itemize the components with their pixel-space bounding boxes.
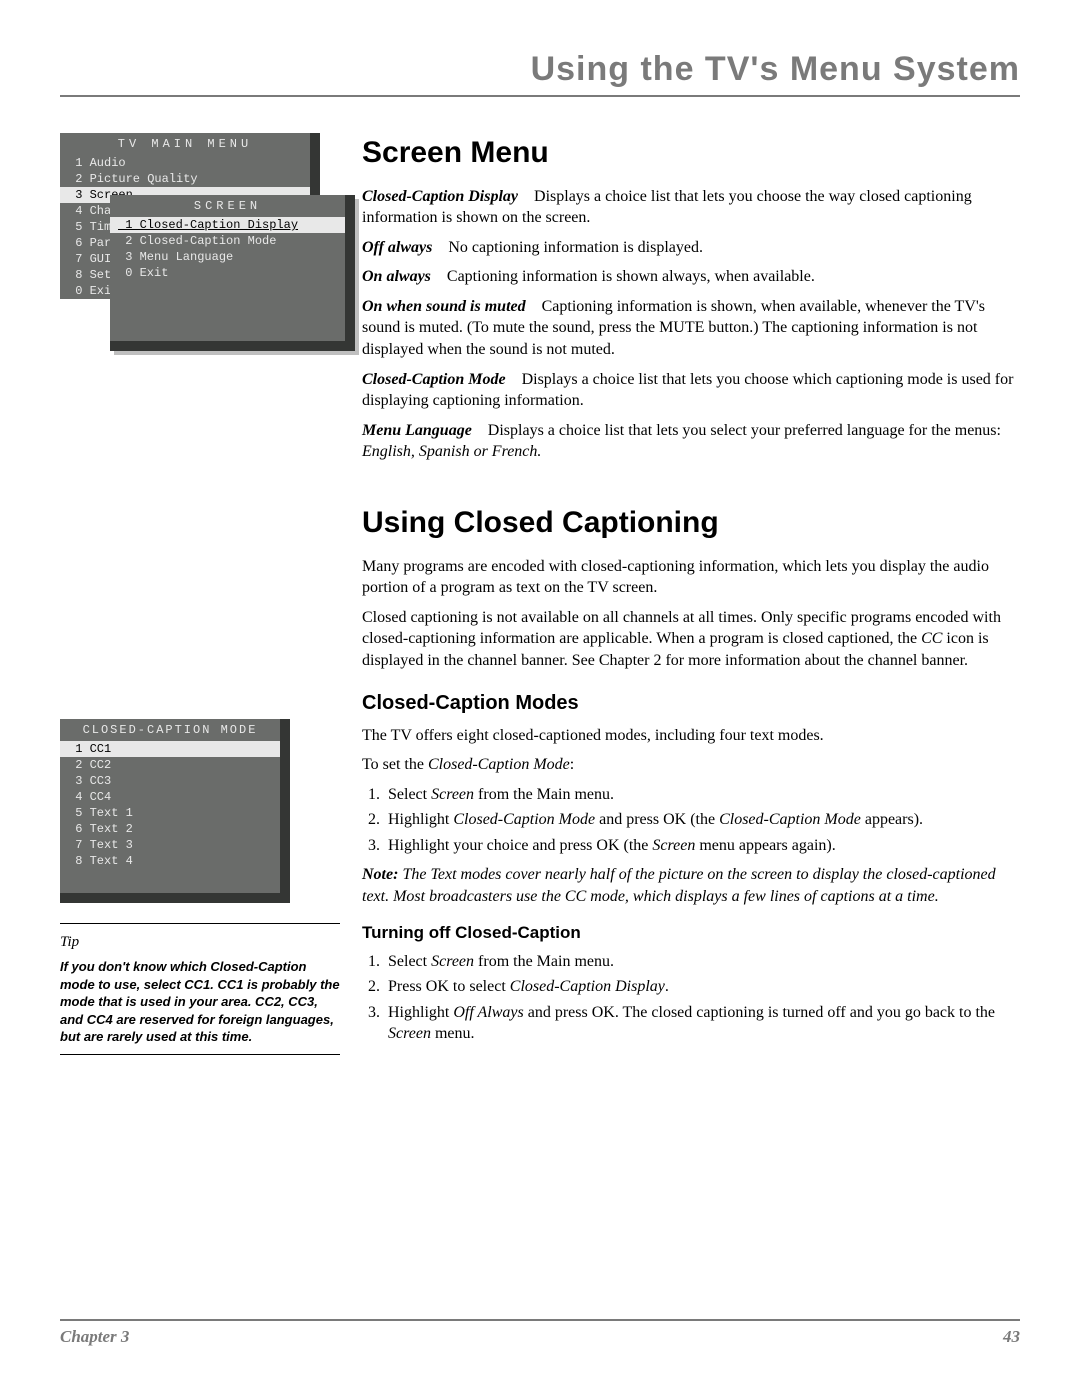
cc-mode-item: 4 CC4 (60, 789, 280, 805)
ml-text: Displays a choice list that lets you sel… (488, 422, 1001, 439)
main-menu-item: 1 Audio (60, 155, 310, 171)
s3l1c: from the Main menu. (474, 786, 614, 803)
s3l3c: menu appears again). (695, 837, 835, 854)
off-step-3: Highlight Off Always and press OK. The c… (384, 1002, 1020, 1045)
screen-submenu-title: SCREEN (110, 195, 345, 217)
opt2-desc: Captioning information is shown always, … (447, 268, 815, 285)
s3l1a: Select (388, 786, 431, 803)
opt-on-muted: On when sound is muted Captioning inform… (362, 296, 1020, 361)
cc-modes-heading: Closed-Caption Modes (362, 690, 1020, 717)
right-column: Screen Menu Closed-Caption Display Displ… (362, 133, 1020, 1055)
ccd-term: Closed-Caption Display (362, 188, 518, 205)
s3l1b: Screen (431, 786, 474, 803)
cc-mode-item: 2 CC2 (60, 757, 280, 773)
footer-chapter: Chapter 3 (60, 1327, 129, 1347)
note-body: The Text modes cover nearly half of the … (362, 866, 996, 905)
step-3: Highlight your choice and press OK (the … (384, 835, 1020, 857)
s3l2e: appears). (861, 811, 923, 828)
ml-langs: English, Spanish or French. (362, 443, 541, 460)
screen-menu-item: 0 Exit (110, 265, 345, 281)
p2a: Closed captioning is not available on al… (362, 609, 1001, 648)
footer-page-number: 43 (1003, 1327, 1020, 1347)
ccd-paragraph: Closed-Caption Display Displays a choice… (362, 186, 1020, 229)
note: Note: The Text modes cover nearly half o… (362, 864, 1020, 907)
s4l2b: Closed-Caption Display (510, 978, 665, 995)
page-header: Using the TV's Menu System (60, 50, 1020, 97)
tip-title: Tip (60, 932, 340, 952)
main-menu-item: 2 Picture Quality (60, 171, 310, 187)
p2-cc: CC (921, 630, 942, 647)
s4l3e: menu. (431, 1025, 475, 1042)
ml-paragraph: Menu Language Displays a choice list tha… (362, 420, 1020, 463)
off-step-1: Select Screen from the Main menu. (384, 951, 1020, 973)
s4l1a: Select (388, 953, 431, 970)
ml-term: Menu Language (362, 422, 472, 439)
opt2-term: On always (362, 268, 431, 285)
tv-main-title: TV MAIN MENU (60, 133, 310, 155)
screen-menu-item: 3 Menu Language (110, 249, 345, 265)
opt1-desc: No captioning information is displayed. (448, 239, 703, 256)
content-area: TV MAIN MENU 1 Audio 2 Picture Quality 3… (60, 133, 1020, 1055)
turn-off-steps: Select Screen from the Main menu. Press … (384, 951, 1020, 1045)
screen-submenu: SCREEN 1 Closed-Caption Display 2 Closed… (110, 195, 355, 351)
s4l2c: . (665, 978, 669, 995)
using-cc-p1: Many programs are encoded with closed-ca… (362, 556, 1020, 599)
screen-menu-heading: Screen Menu (362, 133, 1020, 174)
opt-off-always: Off always No captioning information is … (362, 237, 1020, 259)
s3l3b: Screen (652, 837, 695, 854)
left-column: TV MAIN MENU 1 Audio 2 Picture Quality 3… (60, 133, 340, 1055)
s3l2d: Closed-Caption Mode (719, 811, 861, 828)
ccm-term: Closed-Caption Mode (362, 371, 506, 388)
using-cc-p2: Closed captioning is not available on al… (362, 607, 1020, 672)
turning-off-heading: Turning off Closed-Caption (362, 922, 1020, 945)
s4l3b: Off Always (453, 1004, 523, 1021)
s3p2c: : (570, 756, 574, 773)
screen-menu-item: 1 Closed-Caption Display (110, 217, 345, 233)
s4l3d: Screen (388, 1025, 431, 1042)
s3l2a: Highlight (388, 811, 453, 828)
cc-modes-p2: To set the Closed-Caption Mode: (362, 754, 1020, 776)
cc-mode-item: 3 CC3 (60, 773, 280, 789)
cc-modes-p1: The TV offers eight closed-captioned mod… (362, 725, 1020, 747)
opt-on-always: On always Captioning information is show… (362, 266, 1020, 288)
s4l3c: and press OK. The closed captioning is t… (524, 1004, 995, 1021)
tip-box: Tip If you don't know which Closed-Capti… (60, 923, 340, 1055)
s3l2c: and press OK (the (595, 811, 719, 828)
tv-main-menu-screenshot: TV MAIN MENU 1 Audio 2 Picture Quality 3… (60, 133, 320, 299)
cc-mode-item: 7 Text 3 (60, 837, 280, 853)
screen-menu-item: 2 Closed-Caption Mode (110, 233, 345, 249)
cc-mode-item: 5 Text 1 (60, 805, 280, 821)
tip-body: If you don't know which Closed-Caption m… (60, 958, 340, 1046)
note-label: Note: (362, 866, 398, 883)
s4l1b: Screen (431, 953, 474, 970)
cc-mode-item: 8 Text 4 (60, 853, 280, 869)
cc-mode-item: 1 CC1 (60, 741, 280, 757)
cc-mode-title: CLOSED-CAPTION MODE (60, 719, 280, 741)
ccm-paragraph: Closed-Caption Mode Displays a choice li… (362, 369, 1020, 412)
s3l2b: Closed-Caption Mode (453, 811, 595, 828)
page-footer: Chapter 3 43 (60, 1319, 1020, 1347)
set-cc-steps: Select Screen from the Main menu. Highli… (384, 784, 1020, 857)
s3p2b: Closed-Caption Mode (428, 756, 570, 773)
cc-mode-screenshot: CLOSED-CAPTION MODE 1 CC1 2 CC2 3 CC3 4 … (60, 719, 290, 903)
step-1: Select Screen from the Main menu. (384, 784, 1020, 806)
s3p2a: To set the (362, 756, 428, 773)
s4l2a: Press OK to select (388, 978, 510, 995)
off-step-2: Press OK to select Closed-Caption Displa… (384, 976, 1020, 998)
using-cc-heading: Using Closed Captioning (362, 503, 1020, 544)
s3l3a: Highlight your choice and press OK (the (388, 837, 652, 854)
s4l1c: from the Main menu. (474, 953, 614, 970)
opt1-term: Off always (362, 239, 432, 256)
opt3-term: On when sound is muted (362, 298, 526, 315)
s4l3a: Highlight (388, 1004, 453, 1021)
cc-mode-item: 6 Text 2 (60, 821, 280, 837)
step-2: Highlight Closed-Caption Mode and press … (384, 809, 1020, 831)
